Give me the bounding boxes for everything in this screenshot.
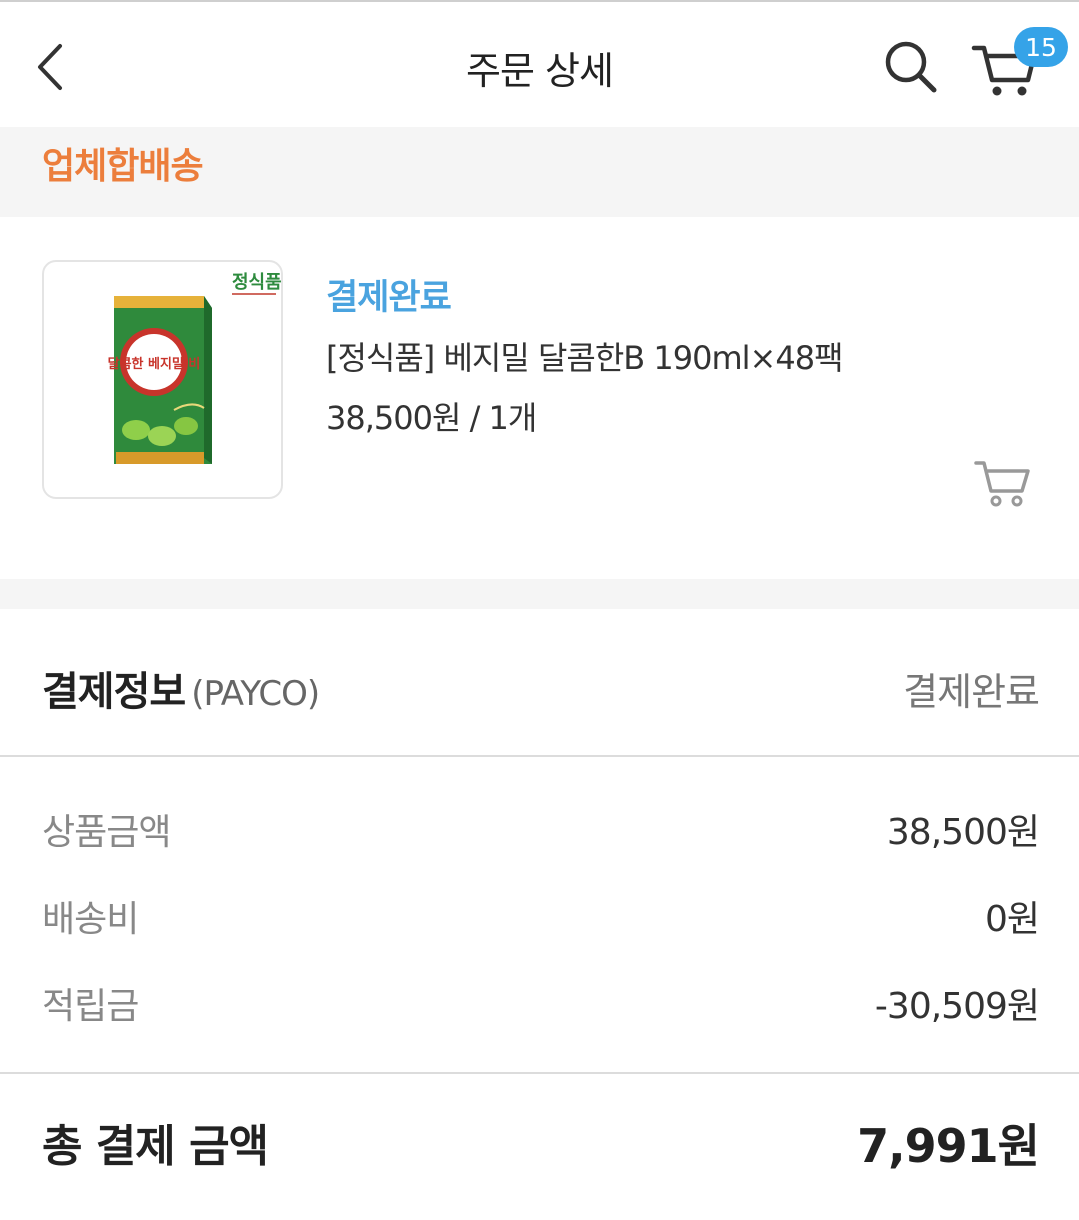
order-item: 정식품 달콤한 베지밀 비 결제완료 [정식품] 베지밀 달콤한B 190ml×…	[0, 217, 1079, 579]
search-button[interactable]	[880, 36, 942, 98]
app-header: 주문 상세 15	[0, 2, 1079, 127]
section-gap	[0, 579, 1079, 609]
order-status: 결제완료	[326, 278, 452, 318]
payment-info-title-text: 결제정보	[42, 669, 186, 715]
payment-row-shipping: 배송비 0원	[0, 890, 1079, 950]
add-to-cart-button[interactable]	[970, 455, 1036, 511]
divider	[0, 1072, 1079, 1074]
payment-row-product-amount: 상품금액 38,500원	[0, 803, 1079, 863]
row-value: 0원	[984, 899, 1040, 940]
row-label: 적립금	[42, 986, 139, 1027]
payment-row-points: 적립금 -30,509원	[0, 977, 1079, 1037]
brand-logo-text: 정식품	[232, 272, 281, 293]
payment-method: (PAYCO)	[191, 674, 320, 714]
cart-count-badge: 15	[1014, 27, 1068, 67]
row-value: -30,509원	[874, 986, 1040, 1027]
payment-info-header: 결제정보 (PAYCO) 결제완료	[0, 609, 1079, 755]
add-to-cart-icon	[974, 461, 1030, 507]
divider	[0, 755, 1079, 757]
row-value: 38,500원	[886, 812, 1040, 853]
total-payment-label: 총 결제 금액	[42, 1121, 269, 1172]
total-payment-value: 7,991원	[857, 1119, 1040, 1173]
delivery-group-band: 업체합배송	[0, 127, 1079, 217]
carton-label-text: 달콤한 베지밀 비	[108, 356, 201, 372]
payment-status: 결제완료	[903, 670, 1040, 714]
product-price-quantity: 38,500원 / 1개	[326, 399, 537, 437]
product-image[interactable]: 정식품 달콤한 베지밀 비	[42, 260, 283, 499]
search-icon	[885, 41, 937, 93]
row-label: 배송비	[42, 899, 139, 940]
product-name[interactable]: [정식품] 베지밀 달콤한B 190ml×48팩	[326, 333, 844, 379]
payment-info-title: 결제정보 (PAYCO)	[42, 659, 320, 717]
delivery-group-title: 업체합배송	[42, 146, 204, 187]
soymilk-carton-image: 정식품 달콤한 베지밀 비	[108, 272, 281, 464]
row-label: 상품금액	[42, 812, 171, 853]
brand-logo: 정식품	[232, 272, 281, 295]
